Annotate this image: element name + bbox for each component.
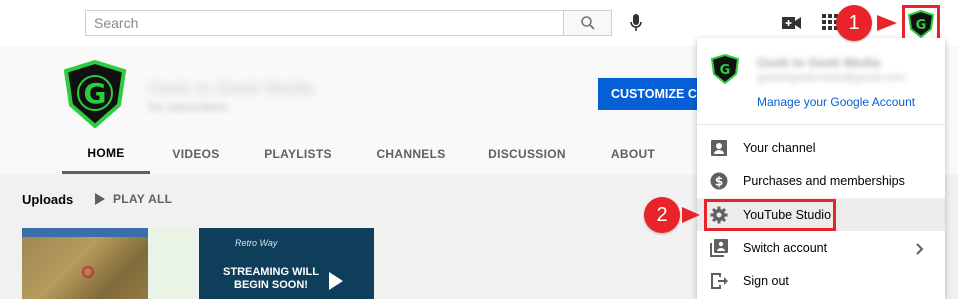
- tab-channels[interactable]: CHANNELS: [370, 134, 452, 174]
- tab-playlists[interactable]: PLAYLISTS: [258, 134, 338, 174]
- sign-out-icon: [710, 272, 728, 290]
- thumbnail-text-line2: BEGIN SOON!: [234, 279, 308, 291]
- svg-text:G: G: [84, 77, 107, 110]
- menu-divider: [697, 124, 945, 125]
- svg-text:G: G: [720, 63, 731, 78]
- channel-avatar[interactable]: G: [63, 59, 127, 129]
- annotation-arrow: [682, 207, 700, 223]
- menu-account-email: geektogeekmedia@gmail.com: [757, 72, 906, 84]
- uploads-heading: Uploads: [22, 192, 74, 207]
- video-thumbnail[interactable]: [22, 228, 196, 299]
- tab-home[interactable]: HOME: [62, 134, 150, 174]
- svg-text:$: $: [715, 175, 723, 189]
- menu-account-name: Geek to Geek Media: [757, 55, 881, 70]
- menu-item-label: Purchases and memberships: [743, 173, 905, 188]
- subscriber-count: No subscribers: [148, 100, 229, 114]
- search-input[interactable]: [85, 10, 563, 36]
- menu-item-label: Sign out: [743, 273, 789, 288]
- menu-item-switch-account[interactable]: Switch account: [697, 231, 945, 264]
- play-icon: [329, 272, 343, 290]
- video-camera-plus-icon: [782, 17, 801, 29]
- g-shield-logo-icon: G: [710, 53, 740, 85]
- tab-discussion[interactable]: DISCUSSION: [484, 134, 570, 174]
- play-all-label: PLAY ALL: [113, 192, 173, 206]
- voice-search-button[interactable]: [625, 11, 647, 35]
- youtube-studio-highlight-box: [704, 199, 836, 231]
- thumbnail-chat-panel: [148, 228, 196, 299]
- search-icon: [580, 16, 595, 30]
- svg-text:G: G: [916, 18, 927, 33]
- menu-avatar: G: [710, 53, 740, 85]
- video-thumbnail[interactable]: Retro Way STREAMING WILL BEGIN SOON!: [199, 228, 374, 299]
- tab-about[interactable]: ABOUT: [604, 134, 662, 174]
- thumbnail-logo: Retro Way: [235, 238, 278, 248]
- search-button[interactable]: [563, 10, 612, 36]
- thumbnail-text-line1: STREAMING WILL: [223, 266, 319, 278]
- channel-name: Geek to Geek Media: [148, 78, 314, 98]
- menu-item-your-channel[interactable]: Your channel: [697, 131, 945, 164]
- tab-videos[interactable]: VIDEOS: [160, 134, 232, 174]
- search-box: [85, 10, 612, 36]
- account-menu: G Geek to Geek Media geektogeekmedia@gma…: [697, 38, 945, 299]
- step-marker-1: 1: [836, 5, 872, 41]
- chevron-right-icon: [916, 242, 924, 260]
- annotation-arrow: [877, 15, 897, 31]
- menu-item-label: Switch account: [743, 240, 828, 255]
- g-shield-logo-icon: G: [908, 10, 934, 38]
- play-icon: [95, 193, 105, 205]
- thumbnail-map-marker: [82, 266, 94, 278]
- create-video-button[interactable]: [781, 12, 803, 34]
- microphone-icon: [630, 14, 642, 31]
- g-shield-logo-icon: G: [63, 59, 127, 129]
- person-icon: [710, 139, 728, 157]
- manage-google-account-link[interactable]: Manage your Google Account: [757, 95, 915, 109]
- menu-item-label: Your channel: [743, 140, 816, 155]
- switch-account-icon: [710, 239, 728, 257]
- menu-item-purchases[interactable]: $ Purchases and memberships: [697, 164, 945, 197]
- thumbnail-text: STREAMING WILL BEGIN SOON!: [221, 266, 321, 292]
- customize-channel-button[interactable]: CUSTOMIZE CHANNEL: [598, 78, 698, 110]
- dollar-icon: $: [710, 172, 728, 190]
- menu-item-sign-out[interactable]: Sign out: [697, 264, 945, 297]
- step-marker-2: 2: [644, 197, 680, 233]
- play-all-button[interactable]: PLAY ALL: [95, 192, 172, 206]
